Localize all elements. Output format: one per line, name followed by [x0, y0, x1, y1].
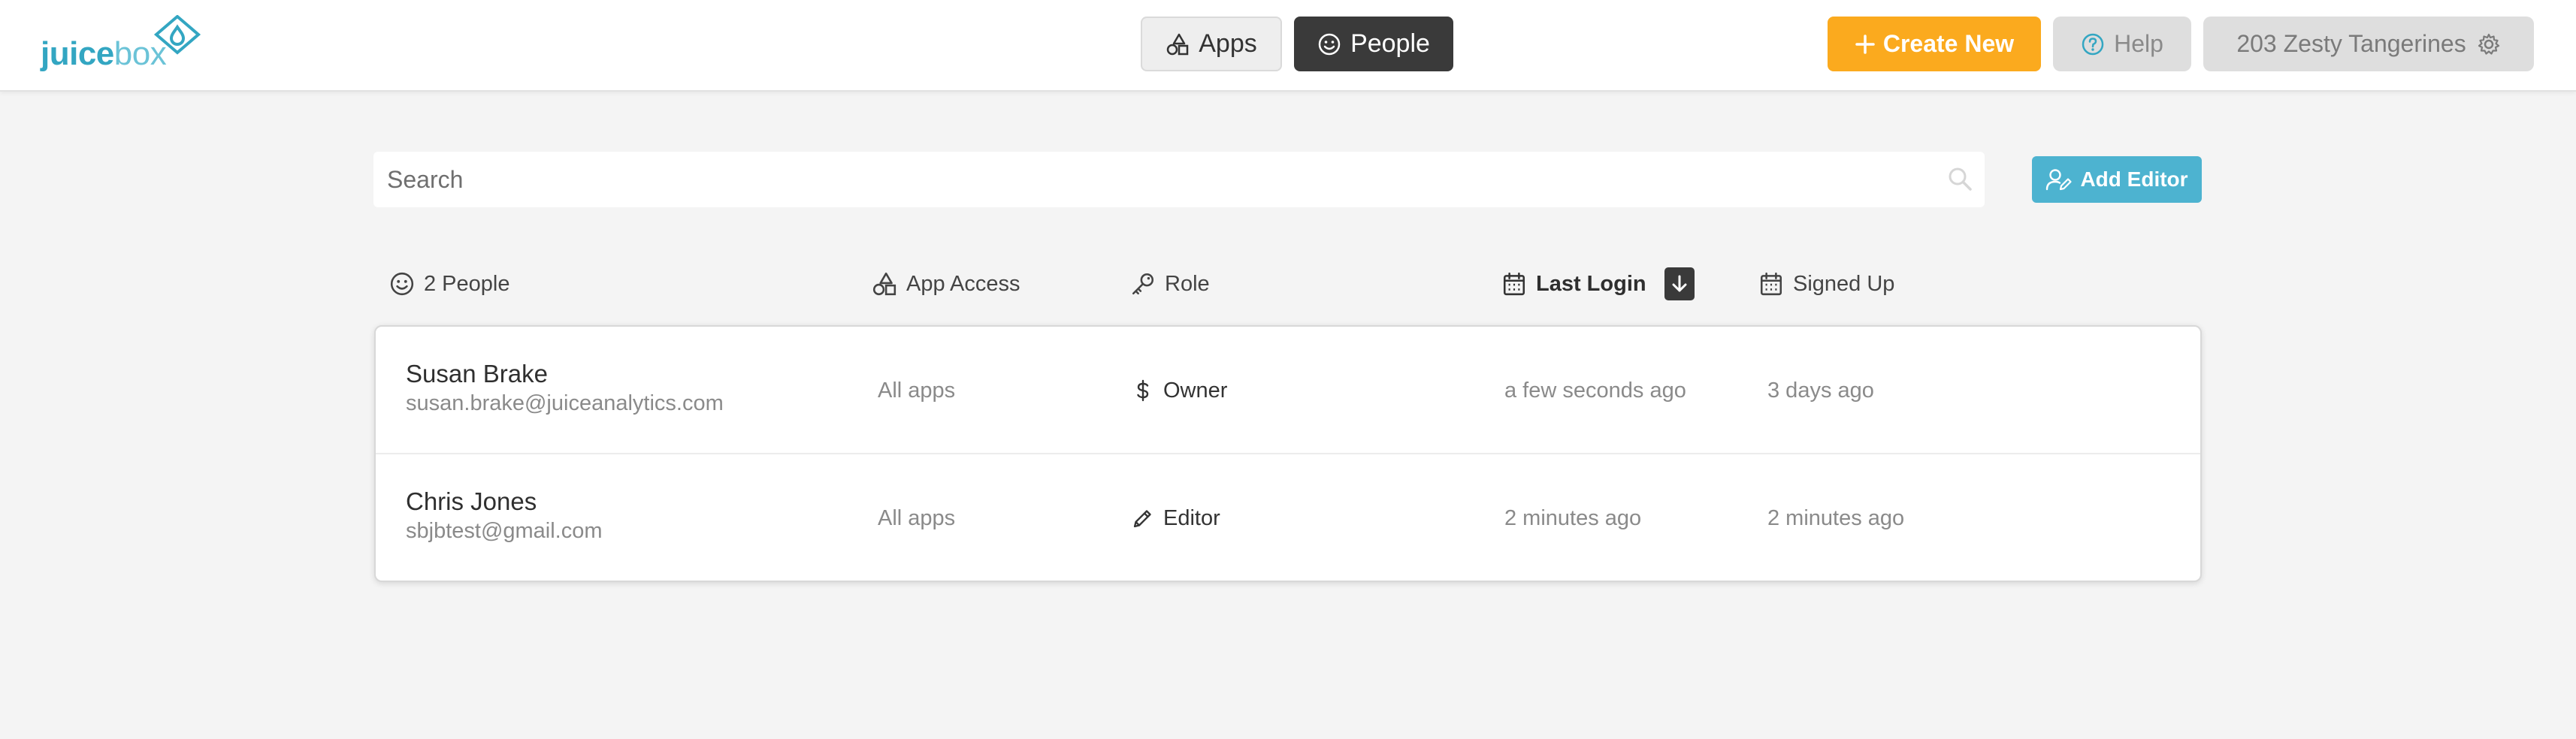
role-label: Editor	[1163, 505, 1220, 530]
sort-descending-button[interactable]	[1664, 267, 1695, 300]
person-name: Chris Jones	[406, 487, 537, 515]
last-login-value: a few seconds ago	[1504, 378, 1686, 403]
person-email: susan.brake@juiceanalytics.com	[406, 391, 724, 415]
calendar-icon	[1503, 272, 1525, 296]
add-editor-button[interactable]: Add Editor	[2032, 156, 2202, 203]
key-icon	[1132, 273, 1154, 295]
column-header-signed-up[interactable]: Signed Up	[1758, 266, 1894, 302]
team-name: 203 Zesty Tangerines	[2236, 30, 2466, 57]
shapes-icon	[1167, 33, 1189, 55]
column-header-app-access[interactable]: App Access	[872, 266, 1020, 302]
question-circle-icon	[2082, 33, 2104, 55]
help-button[interactable]: Help	[2053, 17, 2191, 71]
role-label: Owner	[1163, 378, 1228, 403]
plus-icon	[1855, 34, 1875, 54]
role-value[interactable]: Editor	[1132, 454, 1220, 581]
person-name: Susan Brake	[406, 360, 548, 388]
signed-up-value: 2 minutes ago	[1767, 505, 1905, 530]
search-box	[373, 152, 1985, 207]
top-bar: juicebox Apps People Create New Help 203…	[0, 0, 2576, 92]
smiley-icon	[390, 272, 414, 296]
column-header-people[interactable]: 2 People	[389, 266, 510, 302]
arrow-down-icon	[1672, 275, 1687, 292]
column-header-people-label: 2 People	[424, 271, 510, 296]
logo-text: juicebox	[41, 35, 167, 72]
column-header-role[interactable]: Role	[1130, 266, 1210, 302]
nav-apps-button[interactable]: Apps	[1141, 17, 1282, 71]
column-header-app-access-label: App Access	[906, 271, 1020, 296]
gear-icon	[2478, 33, 2499, 55]
user-edit-icon	[2046, 169, 2073, 191]
column-header-last-login[interactable]: Last Login	[1501, 266, 1695, 302]
table-row[interactable]: Chris Jones sbjbtest@gmail.com All apps …	[376, 454, 2200, 581]
nav-people-button[interactable]: People	[1294, 17, 1453, 71]
logo-diamond-icon	[153, 15, 201, 55]
people-table: Susan Brake susan.brake@juiceanalytics.c…	[374, 325, 2202, 582]
team-settings-button[interactable]: 203 Zesty Tangerines	[2203, 17, 2534, 71]
shapes-icon	[872, 272, 896, 296]
search-icon[interactable]	[1947, 166, 1973, 192]
smiley-icon	[1318, 33, 1341, 55]
calendar-icon	[1760, 272, 1782, 296]
pencil-icon	[1133, 510, 1151, 528]
dollar-icon	[1137, 379, 1149, 402]
search-input[interactable]	[373, 152, 1985, 207]
nav-people-label: People	[1350, 29, 1430, 58]
logo-text-juice: juice	[41, 35, 114, 72]
table-row[interactable]: Susan Brake susan.brake@juiceanalytics.c…	[376, 327, 2200, 454]
role-value[interactable]: Owner	[1132, 327, 1227, 454]
help-label: Help	[2114, 30, 2163, 57]
column-header-signed-up-label: Signed Up	[1793, 271, 1895, 296]
create-new-button[interactable]: Create New	[1828, 17, 2041, 71]
nav-apps-label: Apps	[1199, 29, 1257, 58]
juicebox-logo[interactable]: juicebox	[41, 15, 213, 75]
signed-up-value: 3 days ago	[1767, 378, 1874, 403]
person-email: sbjbtest@gmail.com	[406, 519, 603, 543]
app-access-value: All apps	[878, 505, 956, 530]
add-editor-label: Add Editor	[2080, 167, 2188, 191]
column-header-last-login-label: Last Login	[1536, 271, 1646, 296]
last-login-value: 2 minutes ago	[1504, 505, 1642, 530]
app-access-value: All apps	[878, 378, 956, 403]
column-header-role-label: Role	[1165, 271, 1210, 296]
create-new-label: Create New	[1882, 30, 2015, 57]
